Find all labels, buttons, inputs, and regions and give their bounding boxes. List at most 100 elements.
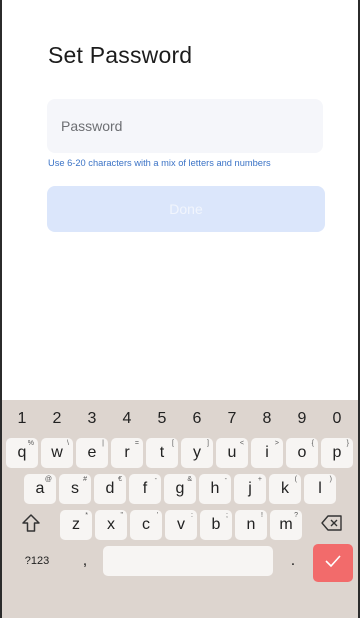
key-3-label: 3 [87,410,97,427]
key-l-label: l [318,480,322,497]
key-n-label: n [246,516,256,533]
key-t[interactable]: t[ [146,438,178,468]
key-4-label: 4 [122,410,132,427]
key-d-secondary: € [118,476,122,483]
password-hint: Use 6-20 characters with a mix of letter… [48,158,271,168]
key-p-label: p [332,444,342,461]
key-f-secondary: - [154,476,157,483]
check-icon [325,554,341,572]
key-j-label: j [248,480,252,497]
key-c-secondary: ' [156,512,158,519]
key-r-secondary: = [134,440,139,447]
password-input[interactable] [47,99,323,153]
key-s-label: s [71,480,79,497]
key-4[interactable]: 4 [111,404,143,434]
key-z[interactable]: z * [60,510,92,540]
key-5[interactable]: 5 [146,404,178,434]
key-o-label: o [297,444,307,461]
key-g[interactable]: g & [164,474,196,504]
key-a-secondary: @ [44,476,52,483]
key-v[interactable]: v: [165,510,197,540]
key-b-label: b [211,516,221,533]
shift-icon [21,513,41,537]
key-2[interactable]: 2 [41,404,73,434]
key-k[interactable]: k( [269,474,301,504]
key-6[interactable]: 6 [181,404,213,434]
key-y[interactable]: y] [181,438,213,468]
key-q[interactable]: q% [6,438,38,468]
key-e-secondary: | [102,440,104,447]
key-t-label: t [159,444,165,461]
key-1-label: 1 [17,410,27,427]
key-s-secondary: # [83,476,87,483]
symbols-key[interactable]: ?123 [6,546,68,576]
key-u-secondary: < [239,440,244,447]
key-o[interactable]: o{ [286,438,318,468]
key-5-label: 5 [157,410,167,427]
bottom-row: ?123 , . [2,544,358,582]
key-q-secondary: % [27,440,34,447]
key-k-secondary: ( [294,476,297,483]
key-n[interactable]: n! [235,510,267,540]
key-o-secondary: { [311,440,314,447]
key-m-label: m [279,516,293,533]
enter-key[interactable] [313,544,353,582]
key-g-label: g [175,480,185,497]
key-s[interactable]: s # [59,474,91,504]
key-0[interactable]: 0 [321,404,353,434]
key-a-label: a [35,480,45,497]
key-h-label: h [210,480,220,497]
key-l[interactable]: l) [304,474,336,504]
key-8-label: 8 [262,410,272,427]
key-v-label: v [177,516,185,533]
key-i-secondary: > [274,440,279,447]
key-f-label: f [142,480,148,497]
key-i[interactable]: i > [251,438,283,468]
key-j-secondary: + [257,476,262,483]
key-w[interactable]: w \ [41,438,73,468]
key-m[interactable]: m? [270,510,302,540]
key-l-secondary: ) [329,476,332,483]
key-b[interactable]: b; [200,510,232,540]
key-f[interactable]: f- [129,474,161,504]
letter-row-2: a @ s # d € f - g & h - j + k(l) [2,474,358,508]
shift-key[interactable] [6,510,56,540]
key-a[interactable]: a @ [24,474,56,504]
soft-keyboard: 1234567890 q% w \ e | r = t[y] u < i > o{p} a @ s # d € f -… [2,400,358,618]
letter-row-1: q% w \ e | r = t[y] u < i > o{p} [2,438,358,472]
key-u[interactable]: u < [216,438,248,468]
key-d-label: d [105,480,115,497]
key-p[interactable]: p} [321,438,353,468]
key-c[interactable]: c ' [130,510,162,540]
key-h[interactable]: h- [199,474,231,504]
key-8[interactable]: 8 [251,404,283,434]
key-y-label: y [193,444,201,461]
number-row: 1 2 3 4 5 6 7 8 9 0 [2,404,358,438]
key-d[interactable]: d € [94,474,126,504]
done-button[interactable]: Done [47,186,325,232]
key-r[interactable]: r = [111,438,143,468]
comma-key[interactable]: , [70,546,100,576]
key-m-secondary: ? [294,512,298,519]
key-1[interactable]: 1 [6,404,38,434]
key-3[interactable]: 3 [76,404,108,434]
key-k-label: k [281,480,289,497]
key-c-label: c [142,516,150,533]
key-x[interactable]: x " [95,510,127,540]
key-y-secondary: ] [207,440,209,447]
key-w-label: w [51,444,63,461]
key-e[interactable]: e | [76,438,108,468]
key-j[interactable]: j + [234,474,266,504]
key-r-label: r [124,444,130,461]
key-9[interactable]: 9 [286,404,318,434]
key-6-label: 6 [192,410,202,427]
space-key[interactable] [103,546,273,576]
key-9-label: 9 [297,410,307,427]
key-7[interactable]: 7 [216,404,248,434]
backspace-key[interactable] [308,510,356,540]
period-key[interactable]: . [278,546,308,576]
key-p-secondary: } [346,440,349,447]
backspace-icon [321,514,343,536]
letter-row-3: z * x " c ' v: b; n! m? [2,510,358,544]
key-q-label: q [17,444,27,461]
